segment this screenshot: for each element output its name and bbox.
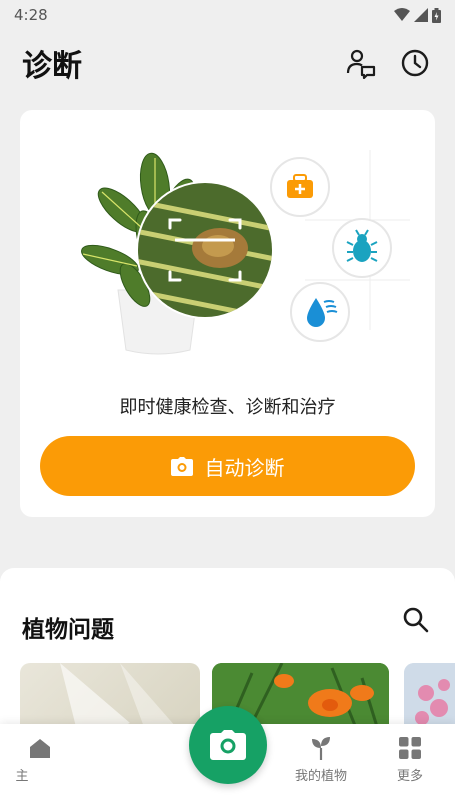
diagnosis-illustration	[81, 150, 410, 355]
auto-diagnose-label: 自动诊断	[204, 455, 285, 480]
bug-icon	[332, 218, 392, 278]
battery-icon	[432, 7, 441, 23]
signal-icon	[414, 8, 428, 22]
status-icons	[394, 7, 441, 23]
diagnose-card: 即时健康检查、诊断和治疗 自动诊断	[20, 110, 435, 517]
history-button[interactable]	[397, 45, 433, 81]
nav-item-home[interactable]: 主	[0, 736, 80, 784]
search-button[interactable]	[402, 606, 430, 638]
expert-chat-button[interactable]	[343, 45, 379, 81]
status-time: 4:28	[14, 6, 48, 24]
first-aid-icon	[270, 157, 330, 217]
app-header: 诊断	[0, 30, 455, 96]
nav-label-my-plants: 我的植物	[294, 769, 347, 784]
header-actions	[343, 45, 433, 81]
nav-label-home: 主	[15, 769, 29, 784]
sprout-icon	[312, 737, 330, 760]
status-bar: 4:28	[0, 0, 455, 30]
auto-diagnose-button[interactable]: 自动诊断	[40, 436, 415, 496]
search-icon	[403, 607, 429, 633]
camera-icon	[170, 456, 193, 476]
wifi-icon	[394, 8, 410, 21]
nav-item-more[interactable]: 更多	[370, 736, 450, 784]
camera-fab[interactable]	[189, 706, 267, 784]
history-clock-icon	[401, 49, 429, 77]
card-tagline: 即时健康检查、诊断和治疗	[119, 397, 336, 418]
nav-label-more: 更多	[396, 769, 423, 784]
section-title: 植物问题	[22, 617, 114, 643]
water-drop-icon	[290, 282, 350, 342]
page-title: 诊断	[22, 49, 82, 84]
expert-chat-icon	[346, 49, 376, 79]
nav-item-my-plants[interactable]: 我的植物	[281, 736, 361, 784]
camera-icon	[210, 730, 246, 760]
grid-icon	[399, 737, 421, 759]
home-icon	[30, 739, 50, 758]
